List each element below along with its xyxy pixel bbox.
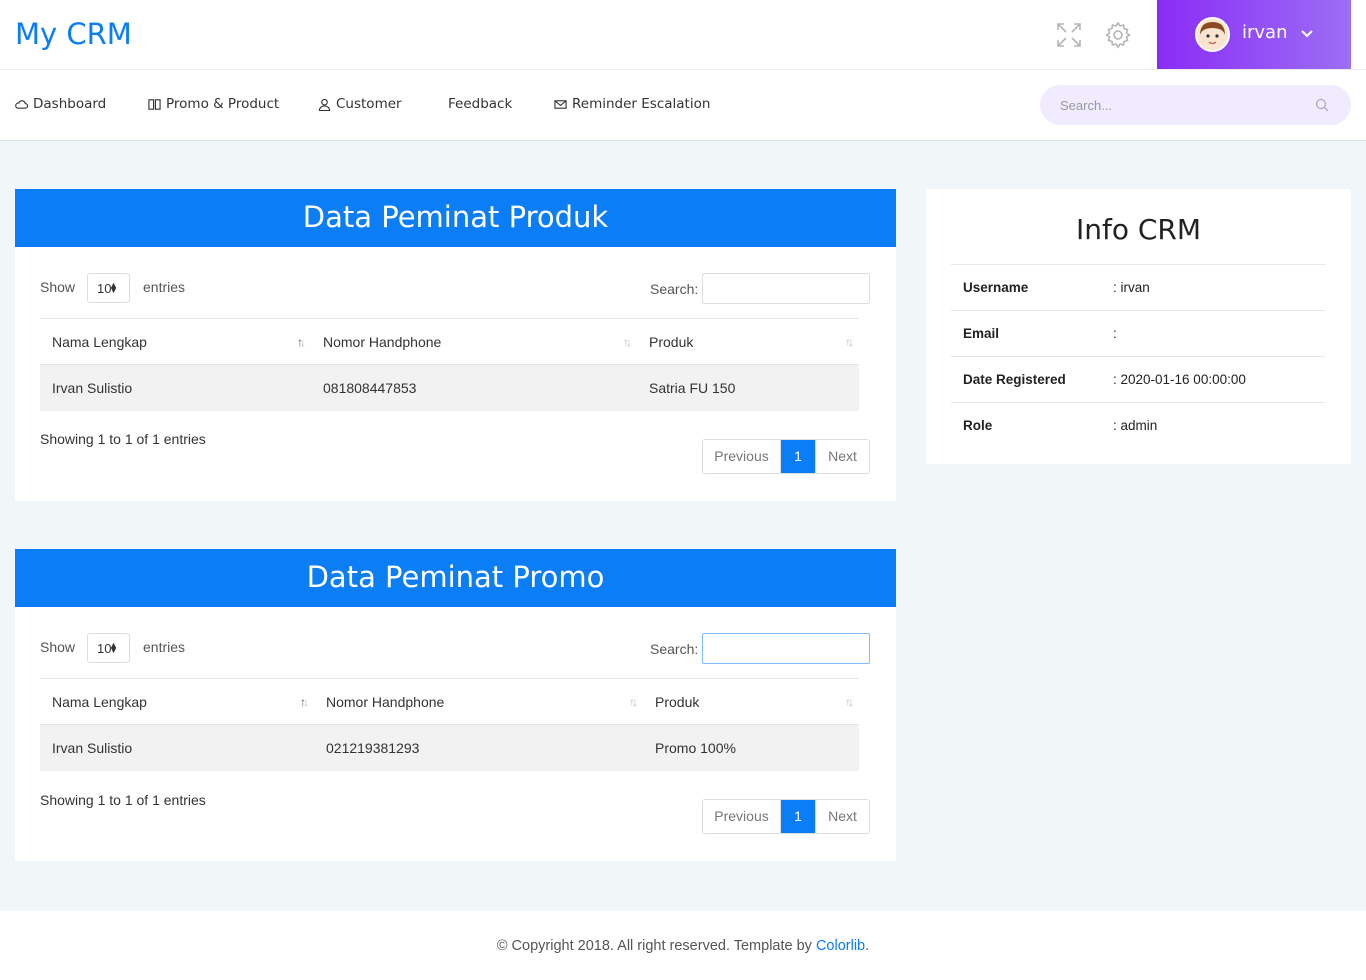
nav-feedback-label: Feedback bbox=[448, 96, 513, 112]
select-arrows-icon: ▲ ▼ bbox=[109, 640, 118, 655]
previous-button[interactable]: Previous bbox=[703, 440, 781, 473]
footer-text: © Copyright 2018. All right reserved. Te… bbox=[496, 938, 816, 954]
nav-reminder-escalation-label: Reminder Escalation bbox=[572, 96, 711, 112]
info-crm-title: Info CRM bbox=[1075, 213, 1202, 246]
nav-dashboard-label: Dashboard bbox=[33, 96, 107, 112]
sort-icon: ↑↓ bbox=[300, 695, 309, 709]
info-key: Role bbox=[951, 402, 1113, 449]
nav-promo-product-label: Promo & Product bbox=[166, 96, 280, 112]
info-value: : 2020-01-16 00:00:00 bbox=[1113, 356, 1325, 403]
column-header[interactable]: Produk ↑↓ bbox=[643, 678, 859, 725]
info-key: Username bbox=[951, 264, 1113, 311]
column-header-label: Nama Lengkap bbox=[52, 693, 147, 710]
column-header-label: Produk bbox=[649, 333, 694, 350]
page-1-button[interactable]: 1 bbox=[781, 800, 815, 833]
info-row: Email : bbox=[951, 310, 1325, 357]
info-row: Role : admin bbox=[951, 402, 1325, 449]
column-header[interactable]: Nama Lengkap ↑↓ bbox=[40, 678, 314, 725]
next-button[interactable]: Next bbox=[815, 440, 869, 473]
table-search-input[interactable] bbox=[702, 273, 870, 304]
produk-panel: Data Peminat Produk Show 10 ▲ ▼ entries S… bbox=[15, 189, 896, 501]
footer-end: . bbox=[865, 938, 870, 954]
table-info: Showing 1 to 1 of 1 entries bbox=[40, 792, 206, 808]
cloud-icon bbox=[15, 99, 28, 109]
table-row: Irvan Sulistio 021219381293 Promo 100% bbox=[40, 724, 859, 771]
table-cell: 081808447853 bbox=[311, 364, 637, 411]
chevron-down-icon[interactable] bbox=[1300, 27, 1314, 41]
show-label: Show bbox=[40, 279, 76, 295]
entries-label: entries bbox=[143, 639, 186, 655]
column-header[interactable]: Nomor Handphone ↑↓ bbox=[311, 318, 637, 365]
column-header[interactable]: Nama Lengkap ↑↓ bbox=[40, 318, 311, 365]
table-cell: Satria FU 150 bbox=[637, 364, 859, 411]
info-value: : admin bbox=[1113, 402, 1325, 449]
column-header-label: Nomor Handphone bbox=[326, 693, 445, 710]
page-1-button[interactable]: 1 bbox=[781, 440, 815, 473]
table-cell: Irvan Sulistio bbox=[40, 724, 314, 771]
promo-panel-title: Data Peminat Promo bbox=[15, 549, 896, 607]
sort-icon: ↑↓ bbox=[629, 695, 638, 709]
nav-feedback[interactable]: Feedback bbox=[448, 96, 512, 112]
avatar bbox=[1195, 17, 1230, 52]
entries-select[interactable]: 10 ▲ ▼ bbox=[87, 273, 130, 303]
global-search-input[interactable] bbox=[1040, 85, 1310, 125]
gear-icon[interactable] bbox=[1104, 21, 1132, 49]
fullscreen-icon[interactable] bbox=[1055, 21, 1083, 49]
global-search bbox=[1040, 85, 1351, 125]
next-button[interactable]: Next bbox=[815, 800, 869, 833]
show-label: Show bbox=[40, 639, 76, 655]
nav-dashboard[interactable]: Dashboard bbox=[15, 96, 106, 112]
column-header-label: Nomor Handphone bbox=[323, 333, 442, 350]
info-key: Email bbox=[951, 310, 1113, 357]
table-search-label: Search: bbox=[650, 641, 699, 657]
sort-icon: ↑↓ bbox=[297, 335, 306, 349]
info-row: Username : irvan bbox=[951, 264, 1325, 311]
info-key: Date Registered bbox=[951, 356, 1113, 403]
table-search-label: Search: bbox=[650, 281, 699, 297]
info-value: : irvan bbox=[1113, 264, 1325, 311]
app-logo[interactable]: My CRM bbox=[15, 17, 132, 51]
entries-label: entries bbox=[143, 279, 186, 295]
nav-customer[interactable]: Customer bbox=[318, 96, 402, 112]
column-header[interactable]: Nomor Handphone ↑↓ bbox=[314, 678, 643, 725]
user-icon bbox=[318, 98, 331, 111]
main-nav: Dashboard Promo & Product Customer Feedb… bbox=[0, 70, 1366, 141]
table-cell: 021219381293 bbox=[314, 724, 643, 771]
table-row: Irvan Sulistio 081808447853 Satria FU 15… bbox=[40, 364, 859, 411]
info-crm-panel: Info CRM Username : irvan Email : Date R… bbox=[926, 189, 1351, 464]
table-cell: Irvan Sulistio bbox=[40, 364, 311, 411]
sort-icon: ↑↓ bbox=[623, 335, 632, 349]
book-icon bbox=[148, 98, 161, 110]
entries-select[interactable]: 10 ▲ ▼ bbox=[87, 633, 130, 663]
pagination: Previous 1 Next bbox=[702, 799, 870, 834]
select-arrows-icon: ▲ ▼ bbox=[109, 280, 118, 295]
colorlib-link[interactable]: Colorlib bbox=[816, 938, 865, 954]
info-crm-table: Username : irvan Email : Date Registered… bbox=[951, 264, 1325, 449]
user-menu[interactable]: irvan bbox=[1157, 0, 1351, 69]
mail-icon bbox=[554, 99, 567, 109]
user-name: irvan bbox=[1242, 22, 1288, 43]
promo-panel: Data Peminat Promo Show 10 ▲ ▼ entries Se… bbox=[15, 549, 896, 861]
column-header-label: Nama Lengkap bbox=[52, 333, 147, 350]
sort-icon: ↑↓ bbox=[845, 695, 854, 709]
nav-promo-product[interactable]: Promo & Product bbox=[148, 96, 279, 112]
produk-table: Nama Lengkap ↑↓ Nomor Handphone ↑↓ Produk ↑… bbox=[40, 318, 859, 411]
top-bar: My CRM irvan bbox=[0, 0, 1366, 70]
info-row: Date Registered : 2020-01-16 00:00:00 bbox=[951, 356, 1325, 403]
previous-button[interactable]: Previous bbox=[703, 800, 781, 833]
table-search-input[interactable] bbox=[702, 633, 870, 664]
nav-reminder-escalation[interactable]: Reminder Escalation bbox=[554, 96, 710, 112]
sort-icon: ↑↓ bbox=[845, 335, 854, 349]
table-info: Showing 1 to 1 of 1 entries bbox=[40, 431, 206, 447]
column-header-label: Produk bbox=[655, 693, 700, 710]
footer: © Copyright 2018. All right reserved. Te… bbox=[0, 911, 1366, 980]
search-icon[interactable] bbox=[1315, 98, 1329, 112]
pagination: Previous 1 Next bbox=[702, 439, 870, 474]
table-cell: Promo 100% bbox=[643, 724, 859, 771]
produk-panel-title: Data Peminat Produk bbox=[15, 189, 896, 247]
nav-customer-label: Customer bbox=[336, 96, 402, 112]
info-value: : bbox=[1113, 310, 1325, 357]
column-header[interactable]: Produk ↑↓ bbox=[637, 318, 859, 365]
promo-table: Nama Lengkap ↑↓ Nomor Handphone ↑↓ Produk ↑… bbox=[40, 678, 859, 771]
